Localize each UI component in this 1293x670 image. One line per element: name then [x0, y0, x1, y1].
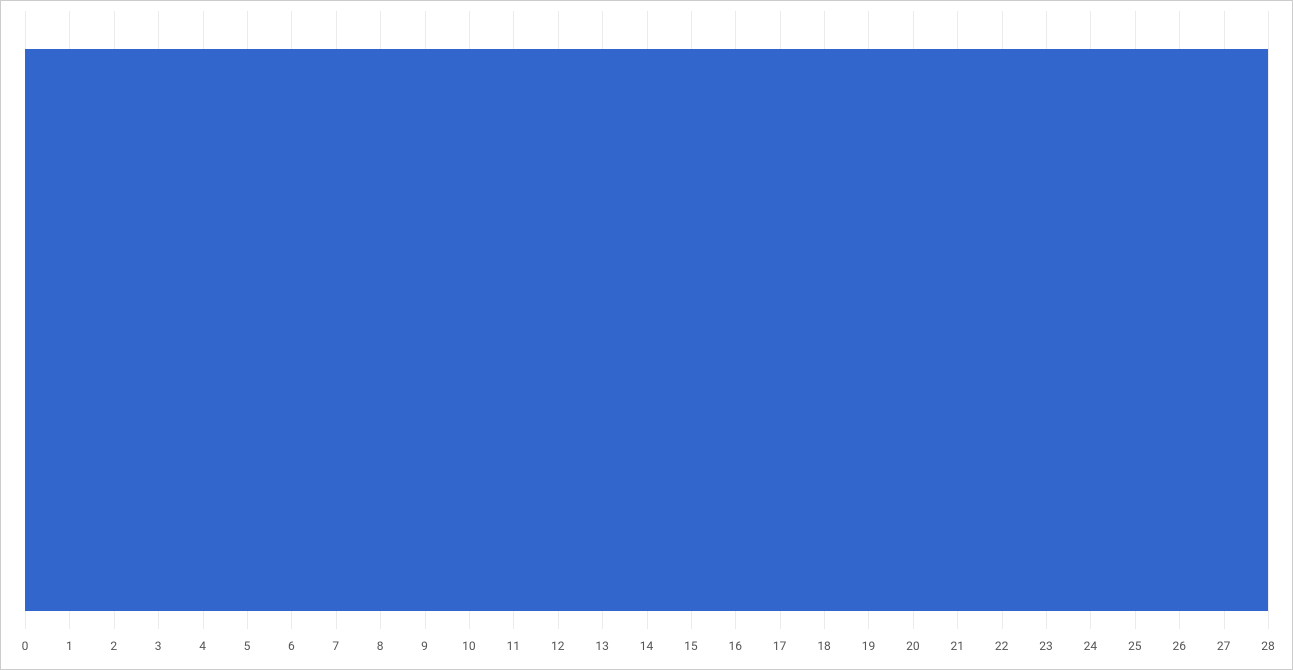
x-tick-label: 16: [729, 639, 743, 653]
x-tick-label: 28: [1261, 639, 1275, 653]
x-tick-label: 14: [640, 639, 654, 653]
x-tick-label: 10: [462, 639, 476, 653]
x-tick-label: 21: [951, 639, 965, 653]
x-tick-label: 25: [1128, 639, 1142, 653]
x-tick-label: 6: [288, 639, 295, 653]
bar: [25, 49, 1268, 611]
plot-area: [25, 11, 1268, 629]
x-tick-label: 13: [595, 639, 609, 653]
chart-container: 0123456789101112131415161718192021222324…: [0, 0, 1293, 670]
x-tick-label: 18: [817, 639, 831, 653]
x-tick-label: 7: [332, 639, 339, 653]
x-tick-label: 23: [1039, 639, 1053, 653]
x-tick-label: 1: [66, 639, 73, 653]
x-tick-label: 27: [1217, 639, 1231, 653]
x-tick-label: 5: [244, 639, 251, 653]
x-tick-label: 20: [906, 639, 920, 653]
x-tick-label: 12: [551, 639, 565, 653]
x-tick-label: 0: [22, 639, 29, 653]
x-tick-label: 17: [773, 639, 787, 653]
x-tick-label: 4: [199, 639, 206, 653]
x-tick-label: 24: [1084, 639, 1098, 653]
x-tick-label: 3: [155, 639, 162, 653]
x-tick-label: 9: [421, 639, 428, 653]
x-tick-label: 19: [862, 639, 876, 653]
x-tick-label: 11: [507, 639, 521, 653]
x-tick-label: 15: [684, 639, 698, 653]
gridline: [1268, 11, 1269, 629]
x-tick-label: 22: [995, 639, 1009, 653]
x-tick-label: 2: [110, 639, 117, 653]
x-tick-label: 26: [1172, 639, 1186, 653]
x-tick-label: 8: [377, 639, 384, 653]
x-axis: 0123456789101112131415161718192021222324…: [25, 639, 1268, 661]
